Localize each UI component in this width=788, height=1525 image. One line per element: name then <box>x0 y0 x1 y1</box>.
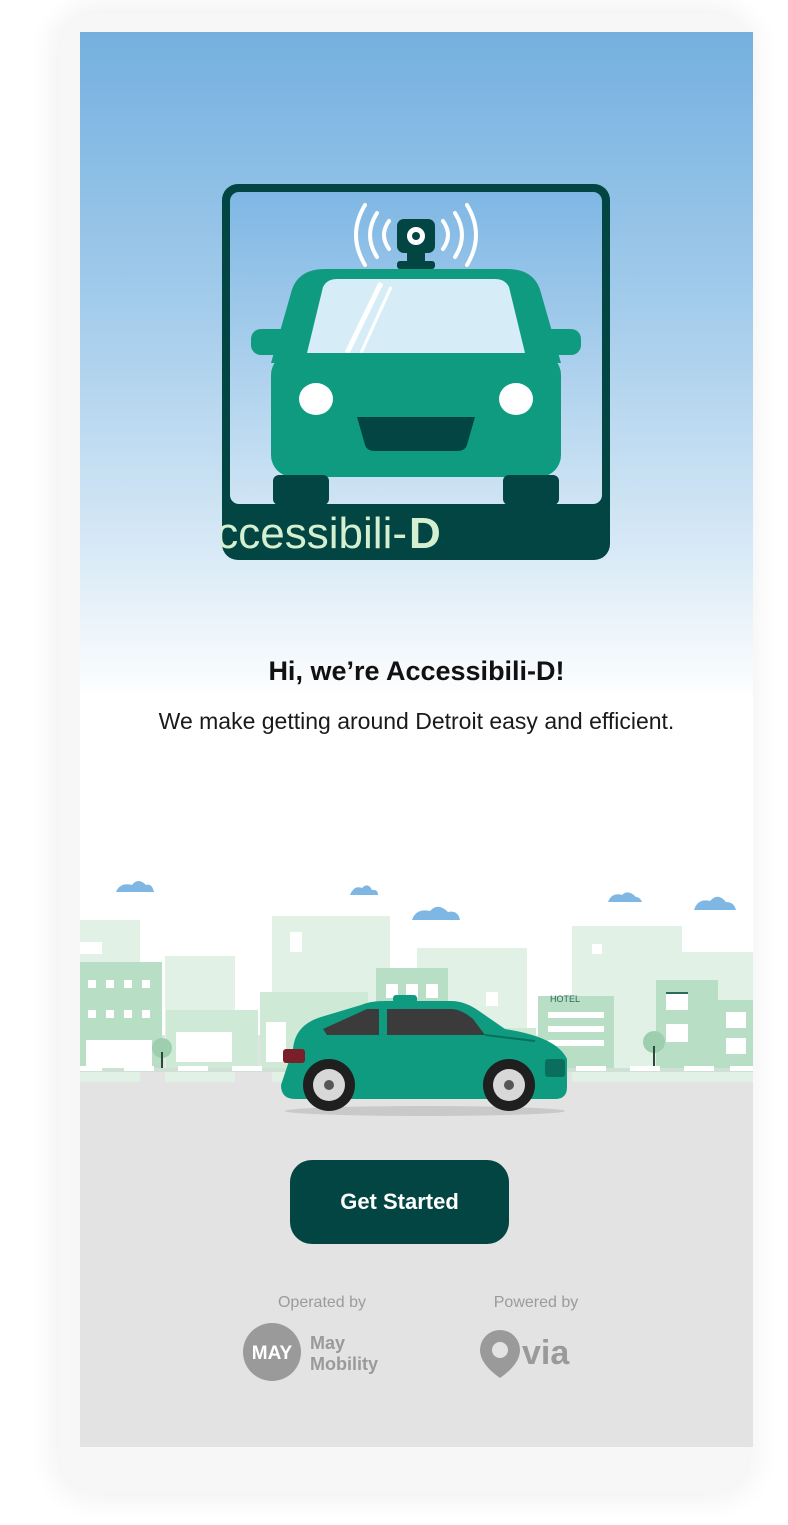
onboarding-screen: accessibili- D Hi, we’re Accessibili-D! … <box>80 32 753 1447</box>
logo-wordmark-d: D <box>409 509 441 558</box>
via-wordmark: via <box>522 1334 570 1372</box>
welcome-subtitle: We make getting around Detroit easy and … <box>158 708 675 734</box>
welcome-title: Hi, we’re Accessibili-D! <box>268 656 565 686</box>
svg-text:MAY: MAY <box>252 1343 293 1364</box>
may-mobility-logo: MAY May Mobility <box>243 1323 378 1381</box>
may-mobility-name-line2: Mobility <box>310 1354 378 1374</box>
get-started-button[interactable]: Get Started <box>290 1160 509 1244</box>
app-logo: accessibili- D <box>221 184 610 560</box>
may-mobility-name-line1: May <box>310 1333 345 1353</box>
powered-by-label: Powered by <box>493 1294 579 1311</box>
logo-wordmark: accessibili- <box>221 509 407 558</box>
via-logo: via <box>480 1330 570 1378</box>
vehicle-illustration <box>281 995 567 1116</box>
operated-by-label: Operated by <box>277 1294 367 1311</box>
